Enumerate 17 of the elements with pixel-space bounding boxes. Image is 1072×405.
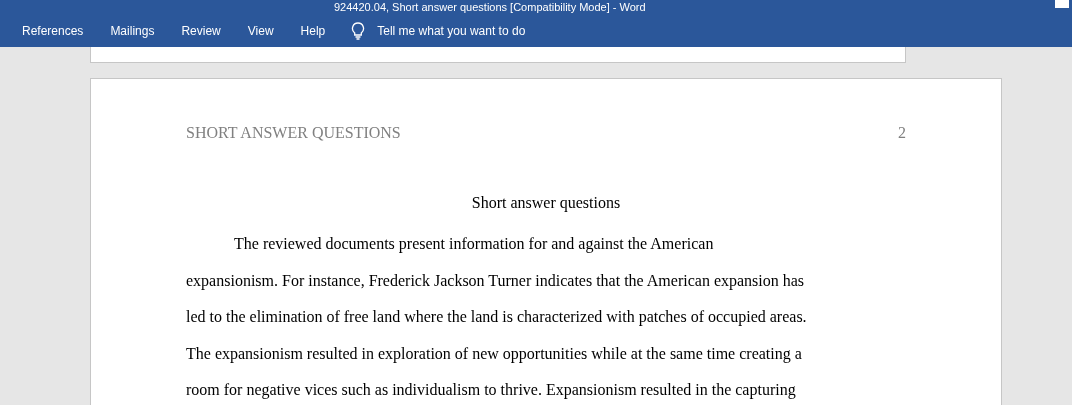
paragraph-line: The reviewed documents present information for and against the American — [233, 234, 715, 255]
ribbon-tab[interactable]: Help — [300, 24, 326, 38]
running-head: SHORT ANSWER QUESTIONS — [186, 124, 401, 142]
paragraph-line: room for negative vices such as individualism to thrive. Expansionism resulted in the capturing — [186, 380, 797, 401]
ribbon-tab[interactable]: References — [22, 24, 84, 38]
window-title: 924420.04, Short answer questions [Compatibility Mode] - Word — [334, 1, 646, 14]
tell-me-field[interactable]: Tell me what you want to do — [377, 24, 578, 38]
ribbon-tab[interactable]: Mailings — [110, 24, 155, 38]
lightbulb-icon — [351, 22, 366, 40]
document-heading: Short answer questions — [470, 194, 622, 212]
ribbon-tab[interactable]: View — [247, 24, 274, 38]
paragraph-line: expansionism. For instance, Frederick Jackson Turner indicates that the American expansion has — [186, 270, 806, 292]
paragraph-line: The expansionism resulted in exploration of new opportunities while at the same time creating a — [186, 343, 803, 365]
paragraph-line: led to the elimination of free land where the land is characterized with patches of occupied areas. — [186, 307, 808, 328]
page-number: 2 — [898, 124, 906, 142]
ribbon-tab[interactable]: Review — [181, 24, 221, 38]
window-control[interactable] — [1055, 0, 1069, 8]
